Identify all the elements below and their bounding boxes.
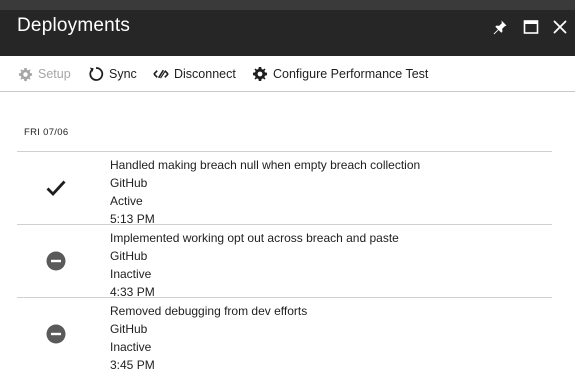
- deployment-row[interactable]: Implemented working opt out across breac…: [17, 224, 552, 299]
- deployment-row[interactable]: Handled making breach null when empty br…: [17, 151, 552, 226]
- blade-header: Deployments: [0, 0, 575, 56]
- blade-title: Deployments: [17, 15, 131, 36]
- deployment-source: GitHub: [110, 249, 148, 263]
- deployment-time: 3:45 PM: [110, 358, 155, 372]
- checkmark-icon: [45, 177, 67, 199]
- setup-label: Setup: [38, 67, 71, 81]
- disconnect-icon: [153, 66, 169, 82]
- gear-icon: [252, 66, 268, 82]
- deployment-list: Handled making breach null when empty br…: [17, 151, 552, 372]
- deployment-source: GitHub: [110, 322, 148, 336]
- command-bar: Setup Sync Disconnect Configure Performa…: [0, 56, 575, 92]
- deployment-message: Implemented working opt out across breac…: [110, 231, 399, 245]
- deployment-source: GitHub: [110, 176, 148, 190]
- inactive-icon: [45, 323, 67, 345]
- configure-performance-test-button[interactable]: Configure Performance Test: [252, 65, 428, 83]
- deployment-row[interactable]: Removed debugging from dev efforts GitHu…: [17, 297, 552, 372]
- deployment-status: Active: [110, 194, 143, 208]
- sync-label: Sync: [109, 67, 137, 81]
- disconnect-label: Disconnect: [174, 67, 236, 81]
- deployment-message: Handled making breach null when empty br…: [110, 158, 421, 172]
- sync-button[interactable]: Sync: [88, 65, 137, 83]
- inactive-icon: [45, 250, 67, 272]
- date-group-header: FRI 07/06: [24, 127, 69, 138]
- sync-icon: [88, 66, 104, 82]
- deployment-status: Inactive: [110, 267, 152, 281]
- disconnect-button[interactable]: Disconnect: [153, 65, 236, 83]
- gear-icon: [17, 66, 33, 82]
- header-top-strip: [0, 0, 575, 10]
- setup-button[interactable]: Setup: [17, 65, 71, 83]
- close-icon[interactable]: [549, 16, 571, 38]
- maximize-icon[interactable]: [520, 16, 542, 38]
- pin-icon[interactable]: [489, 16, 511, 38]
- configure-performance-test-label: Configure Performance Test: [273, 67, 429, 81]
- deployment-message: Removed debugging from dev efforts: [110, 304, 308, 318]
- deployment-status: Inactive: [110, 340, 152, 354]
